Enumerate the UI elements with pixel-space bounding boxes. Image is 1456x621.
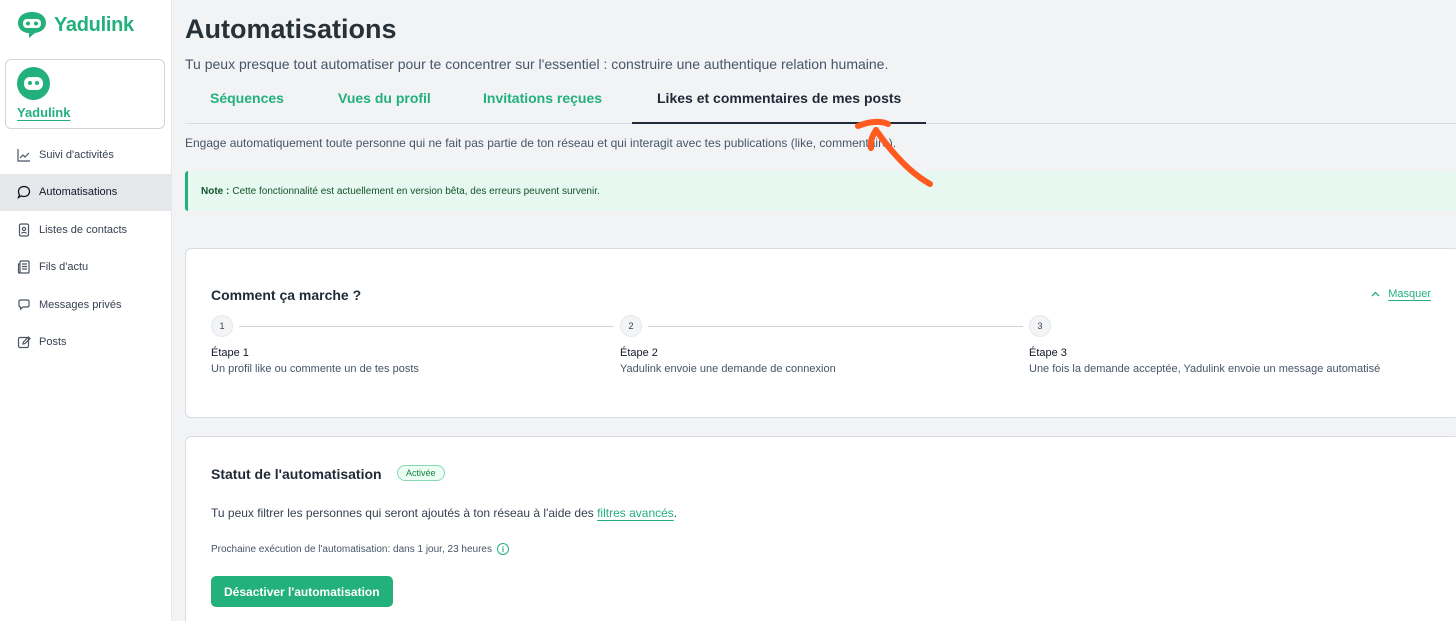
filter-text-after: .: [673, 506, 678, 520]
step-2-description: Yadulink envoie une demande de connexion: [620, 363, 836, 375]
sidebar-item-fils-actu[interactable]: Fils d'actu: [0, 249, 171, 287]
sidebar-item-suivi-activites[interactable]: Suivi d'activités: [0, 136, 171, 174]
sidebar-item-messages-prives[interactable]: Messages privés: [0, 286, 171, 324]
hide-label: Masquer: [1388, 288, 1431, 300]
status-badge: Activée: [397, 465, 445, 481]
automation-status-card: Statut de l'automatisation Activée Tu pe…: [185, 436, 1456, 621]
info-icon[interactable]: i: [496, 543, 509, 555]
sidebar-item-listes-contacts[interactable]: Listes de contacts: [0, 211, 171, 249]
step-number-1: 1: [211, 315, 233, 337]
next-run-info: Prochaine exécution de l'automatisation:…: [211, 543, 509, 555]
step-1-title: Étape 1: [211, 347, 249, 359]
next-run-text: Prochaine exécution de l'automatisation:…: [211, 543, 492, 555]
step-3-description: Une fois la demande acceptée, Yadulink e…: [1029, 363, 1381, 375]
sidebar-item-label: Suivi d'activités: [39, 148, 114, 161]
step-3-title: Étape 3: [1029, 347, 1067, 359]
sidebar-nav: Suivi d'activités Automatisations Listes…: [0, 136, 171, 361]
tab-description: Engage automatiquement toute personne qu…: [185, 136, 897, 150]
brand[interactable]: Yadulink: [16, 10, 134, 40]
contact-card-icon: [17, 223, 31, 237]
newspaper-icon: [17, 260, 31, 274]
sidebar-item-posts[interactable]: Posts: [0, 324, 171, 362]
sidebar-item-label: Posts: [39, 336, 67, 349]
page-subtitle: Tu peux presque tout automatiser pour te…: [185, 56, 889, 72]
how-it-works-card: Comment ça marche ? Masquer 1 2 3 Étape …: [185, 248, 1456, 418]
avatar: [17, 67, 50, 100]
step-number-2: 2: [620, 315, 642, 337]
page-title: Automatisations: [185, 14, 397, 44]
step-number-3: 3: [1029, 315, 1051, 337]
how-it-works-title: Comment ça marche ?: [211, 287, 362, 303]
chevron-up-icon: [1371, 291, 1380, 297]
edit-icon: [17, 335, 31, 349]
brand-name: Yadulink: [54, 13, 134, 36]
tab-likes-commentaires[interactable]: Likes et commentaires de mes posts: [632, 82, 927, 124]
sidebar-item-label: Listes de contacts: [39, 223, 128, 236]
tab-vues-profil[interactable]: Vues du profil: [313, 82, 456, 124]
status-title: Statut de l'automatisation: [211, 466, 382, 482]
sidebar-item-label: Messages privés: [39, 298, 122, 311]
note-prefix: Note :: [201, 185, 230, 197]
account-card[interactable]: Yadulink: [5, 59, 165, 129]
sidebar-item-label: Fils d'actu: [39, 261, 89, 274]
advanced-filters-link[interactable]: filtres avancés: [597, 506, 674, 520]
filter-text: Tu peux filtrer les personnes qui seront…: [211, 506, 677, 520]
filter-text-before: Tu peux filtrer les personnes qui seront…: [211, 506, 594, 520]
tab-bar: Séquences Vues du profil Invitations reç…: [185, 82, 1456, 124]
tab-invitations-recues[interactable]: Invitations reçues: [458, 82, 627, 124]
deactivate-automation-button[interactable]: Désactiver l'automatisation: [211, 576, 393, 607]
step-2-title: Étape 2: [620, 347, 658, 359]
beta-note: Note : Cette fonctionnalité est actuelle…: [185, 171, 1456, 211]
step-connector: [648, 326, 1023, 327]
account-name-link[interactable]: Yadulink: [17, 105, 70, 120]
robot-logo-icon: [18, 12, 46, 38]
tab-sequences[interactable]: Séquences: [185, 82, 309, 124]
sidebar-item-label: Automatisations: [39, 186, 118, 199]
hide-button[interactable]: Masquer: [1371, 288, 1431, 300]
note-text: Cette fonctionnalité est actuellement en…: [232, 185, 600, 197]
messages-icon: [17, 298, 31, 312]
step-1-description: Un profil like ou commente un de tes pos…: [211, 363, 419, 375]
step-connector: [239, 326, 614, 327]
chat-bubble-icon: [17, 185, 31, 200]
sidebar: Yadulink Yadulink Suivi d'activités Auto…: [0, 0, 172, 621]
chart-line-icon: [17, 148, 31, 162]
sidebar-item-automatisations[interactable]: Automatisations: [0, 173, 171, 211]
